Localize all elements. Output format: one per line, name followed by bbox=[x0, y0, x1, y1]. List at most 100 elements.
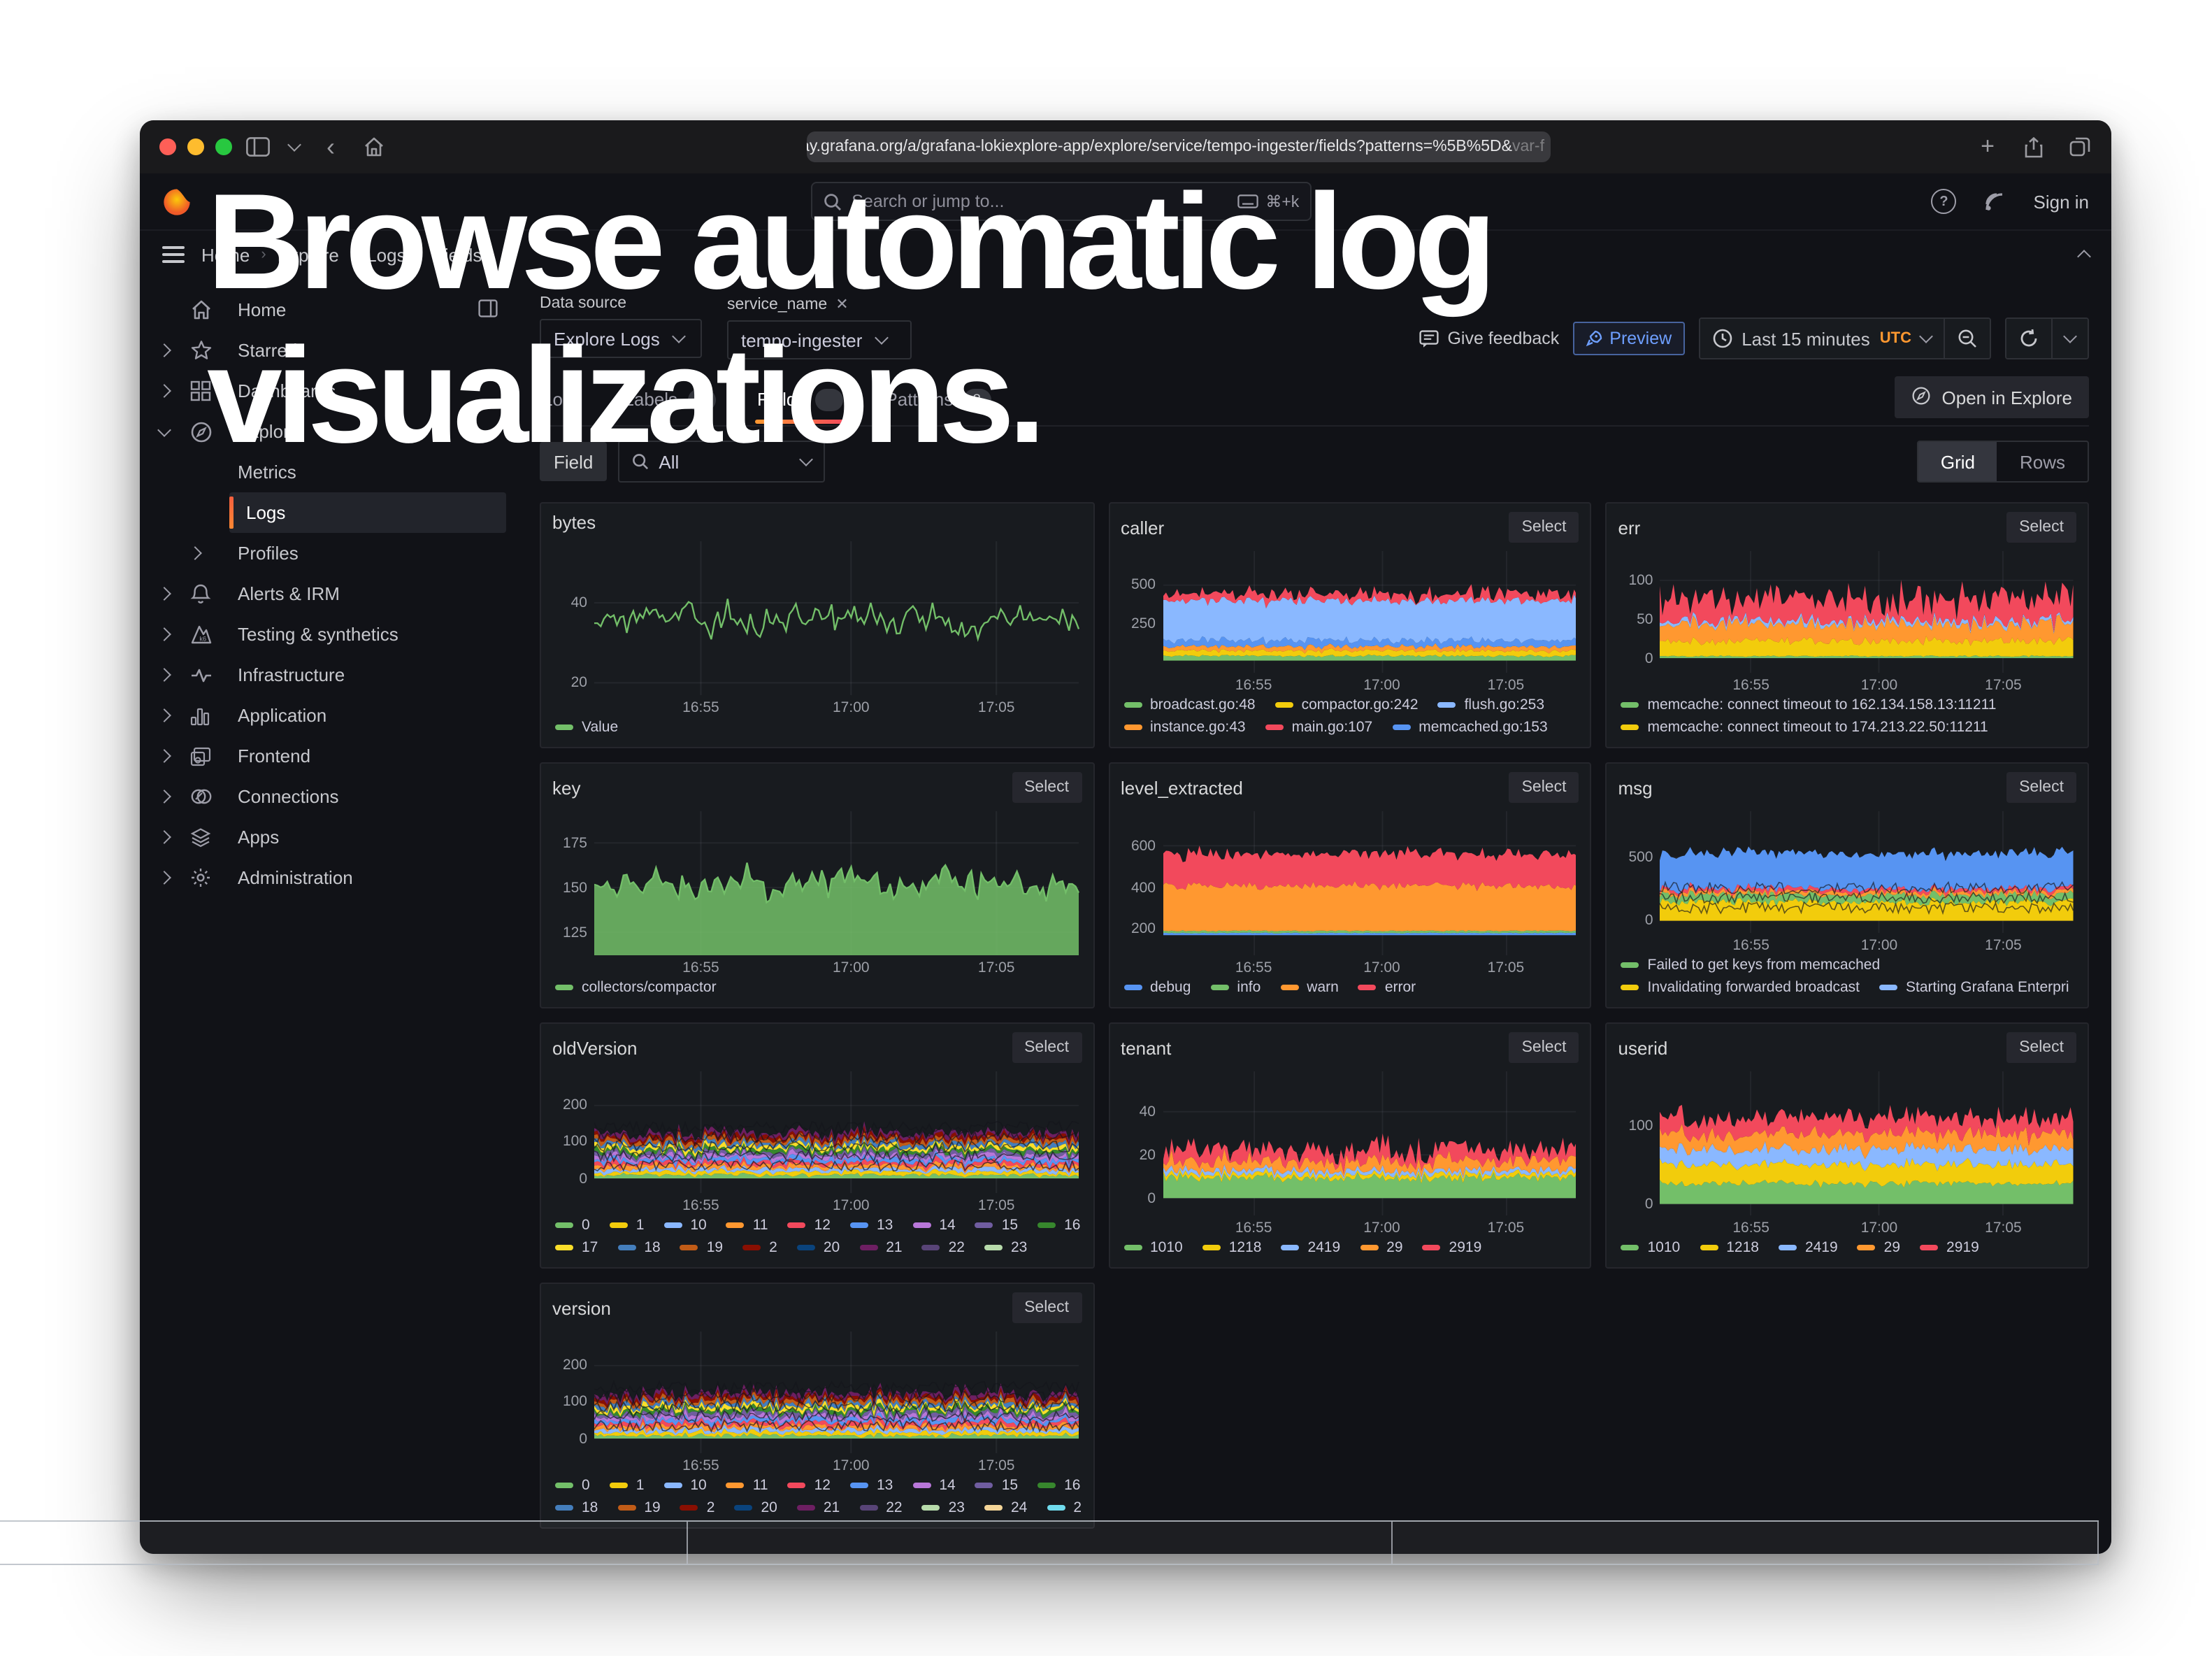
legend-item[interactable]: 21 bbox=[797, 1499, 840, 1516]
address-bar[interactable]: play.grafana.org/a/grafana-lokiexplore-a… bbox=[806, 131, 1550, 162]
legend-item[interactable]: 14 bbox=[912, 1477, 955, 1494]
legend-item[interactable]: 0 bbox=[555, 1477, 590, 1494]
field-filter-select[interactable]: All bbox=[618, 441, 825, 483]
select-button[interactable]: Select bbox=[2006, 1032, 2076, 1063]
legend-item[interactable]: instance.go:43 bbox=[1123, 719, 1246, 736]
legend-item[interactable]: 22 bbox=[859, 1499, 902, 1516]
legend-item[interactable]: memcache: connect timeout to 174.213.22.… bbox=[1621, 719, 1988, 736]
select-button[interactable]: Select bbox=[1509, 1032, 1579, 1063]
select-button[interactable]: Select bbox=[1012, 1292, 1082, 1323]
remove-filter-icon[interactable]: ✕ bbox=[835, 297, 848, 313]
view-toggle-grid[interactable]: Grid bbox=[1918, 442, 1997, 481]
select-button[interactable]: Select bbox=[1012, 1032, 1082, 1063]
data-source-select[interactable]: Explore Logs bbox=[540, 319, 702, 358]
panel-chart[interactable]: 17515012516:5517:0017:05 bbox=[594, 811, 1079, 955]
select-button[interactable]: Select bbox=[1509, 772, 1579, 803]
legend-item[interactable]: Invalidating forwarded broadcast bbox=[1621, 979, 1860, 996]
panel-chart[interactable]: 60040020016:5517:0017:05 bbox=[1163, 811, 1577, 955]
back-icon[interactable]: ‹ bbox=[319, 135, 343, 159]
tab-fields[interactable]: Fields bbox=[754, 378, 846, 423]
close-window-button[interactable] bbox=[159, 138, 176, 155]
legend-item[interactable]: 0 bbox=[555, 1217, 590, 1234]
chevron-right-icon[interactable] bbox=[157, 830, 171, 844]
legend-item[interactable]: 11 bbox=[726, 1477, 768, 1494]
legend-item[interactable]: 2 bbox=[680, 1499, 715, 1516]
legend-item[interactable]: 2 bbox=[742, 1239, 777, 1256]
legend-item[interactable]: compactor.go:242 bbox=[1275, 697, 1419, 713]
legend-item[interactable]: 2 bbox=[1047, 1499, 1082, 1516]
legend-item[interactable]: 12 bbox=[788, 1217, 831, 1234]
legend-item[interactable]: 16 bbox=[1037, 1477, 1080, 1494]
sign-in-link[interactable]: Sign in bbox=[2034, 191, 2090, 212]
sidebar-item-apps[interactable]: Apps bbox=[159, 817, 506, 857]
maximize-window-button[interactable] bbox=[215, 138, 232, 155]
sidebar-item-infrastructure[interactable]: Infrastructure bbox=[159, 655, 506, 695]
sidebar-chevron-icon[interactable] bbox=[287, 138, 301, 152]
legend-item[interactable]: 13 bbox=[850, 1217, 893, 1234]
legend-item[interactable]: error bbox=[1358, 979, 1416, 996]
sidebar-item-frontend[interactable]: Frontend bbox=[159, 736, 506, 776]
legend-item[interactable]: 24 bbox=[984, 1499, 1027, 1516]
legend-item[interactable]: collectors/compactor bbox=[555, 979, 717, 996]
panel-chart[interactable]: 100016:5517:0017:05 bbox=[1660, 1071, 2074, 1215]
sidebar-toggle-icon[interactable] bbox=[246, 135, 270, 159]
breadcrumb-item-home[interactable]: Home bbox=[201, 244, 250, 265]
refresh-interval-button[interactable] bbox=[2051, 319, 2088, 358]
legend-item[interactable]: warn bbox=[1280, 979, 1339, 996]
legend-item[interactable]: 19 bbox=[617, 1499, 660, 1516]
select-button[interactable]: Select bbox=[2006, 512, 2076, 543]
zoom-out-button[interactable] bbox=[1944, 319, 1990, 358]
sidebar-item-home[interactable]: Home bbox=[159, 290, 506, 330]
search-input[interactable]: Search or jump to... ⌘+k bbox=[811, 182, 1312, 221]
legend-item[interactable]: 2919 bbox=[1920, 1239, 1979, 1256]
service-name-select[interactable]: tempo-ingester bbox=[727, 320, 912, 359]
legend-item[interactable]: 1 bbox=[610, 1217, 645, 1234]
sidebar-item-administration[interactable]: Administration bbox=[159, 857, 506, 898]
panel-chart[interactable]: 50025016:5517:0017:05 bbox=[1163, 551, 1577, 673]
chevron-right-icon[interactable] bbox=[157, 708, 171, 722]
news-rss-icon[interactable] bbox=[1985, 191, 2006, 212]
tab-logs[interactable]: Logs bbox=[540, 379, 584, 422]
legend-item[interactable]: 2419 bbox=[1779, 1239, 1838, 1256]
panel-chart[interactable]: 200100016:5517:0017:05 bbox=[594, 1071, 1079, 1193]
legend-item[interactable]: debug bbox=[1123, 979, 1191, 996]
sidebar-item-logs[interactable]: Logs bbox=[159, 492, 506, 533]
sidebar-item-profiles[interactable]: Profiles bbox=[159, 533, 506, 573]
legend-item[interactable]: 20 bbox=[797, 1239, 840, 1256]
legend-item[interactable]: flush.go:253 bbox=[1438, 697, 1544, 713]
open-in-explore-button[interactable]: Open in Explore bbox=[1895, 376, 2089, 418]
chevron-right-icon[interactable] bbox=[157, 749, 171, 763]
legend-item[interactable]: Value bbox=[555, 719, 618, 736]
legend-item[interactable]: Failed to get keys from memcached bbox=[1621, 957, 1881, 973]
legend-item[interactable]: main.go:107 bbox=[1265, 719, 1373, 736]
new-tab-icon[interactable]: + bbox=[1976, 135, 1999, 159]
give-feedback-link[interactable]: Give feedback bbox=[1419, 329, 1559, 348]
sidebar-item-dashboards[interactable]: Dashboards bbox=[159, 371, 506, 411]
sidebar-item-connections[interactable]: Connections bbox=[159, 776, 506, 817]
grafana-logo[interactable] bbox=[162, 187, 192, 216]
preview-badge[interactable]: Preview bbox=[1573, 322, 1684, 355]
panel-chart[interactable]: 500016:5517:0017:05 bbox=[1660, 811, 2074, 933]
legend-item[interactable]: info bbox=[1210, 979, 1261, 996]
legend-item[interactable]: 10 bbox=[663, 1477, 706, 1494]
legend-item[interactable]: 1218 bbox=[1700, 1239, 1759, 1256]
legend-item[interactable]: 22 bbox=[922, 1239, 965, 1256]
legend-item[interactable]: 10 bbox=[663, 1217, 706, 1234]
chevron-down-icon[interactable] bbox=[157, 422, 171, 436]
minimize-window-button[interactable] bbox=[187, 138, 204, 155]
tabs-overview-icon[interactable] bbox=[2068, 135, 2092, 159]
breadcrumb-item-logs[interactable]: Logs bbox=[366, 244, 405, 265]
home-icon[interactable] bbox=[362, 135, 386, 159]
chevron-right-icon[interactable] bbox=[157, 587, 171, 601]
breadcrumb-item-fields[interactable]: Fields bbox=[433, 244, 482, 265]
sidebar-item-application[interactable]: Application bbox=[159, 695, 506, 736]
time-range-button[interactable]: Last 15 minutes UTC bbox=[1700, 319, 1944, 358]
legend-item[interactable]: 20 bbox=[734, 1499, 777, 1516]
legend-item[interactable]: broadcast.go:48 bbox=[1123, 697, 1256, 713]
legend-item[interactable]: 16 bbox=[1037, 1217, 1080, 1234]
help-icon[interactable]: ? bbox=[1932, 189, 1957, 214]
sidebar-item-explore[interactable]: Explore bbox=[159, 411, 506, 452]
select-button[interactable]: Select bbox=[1509, 512, 1579, 543]
refresh-button[interactable] bbox=[2006, 319, 2051, 358]
sidebar-item-metrics[interactable]: Metrics bbox=[159, 452, 506, 492]
